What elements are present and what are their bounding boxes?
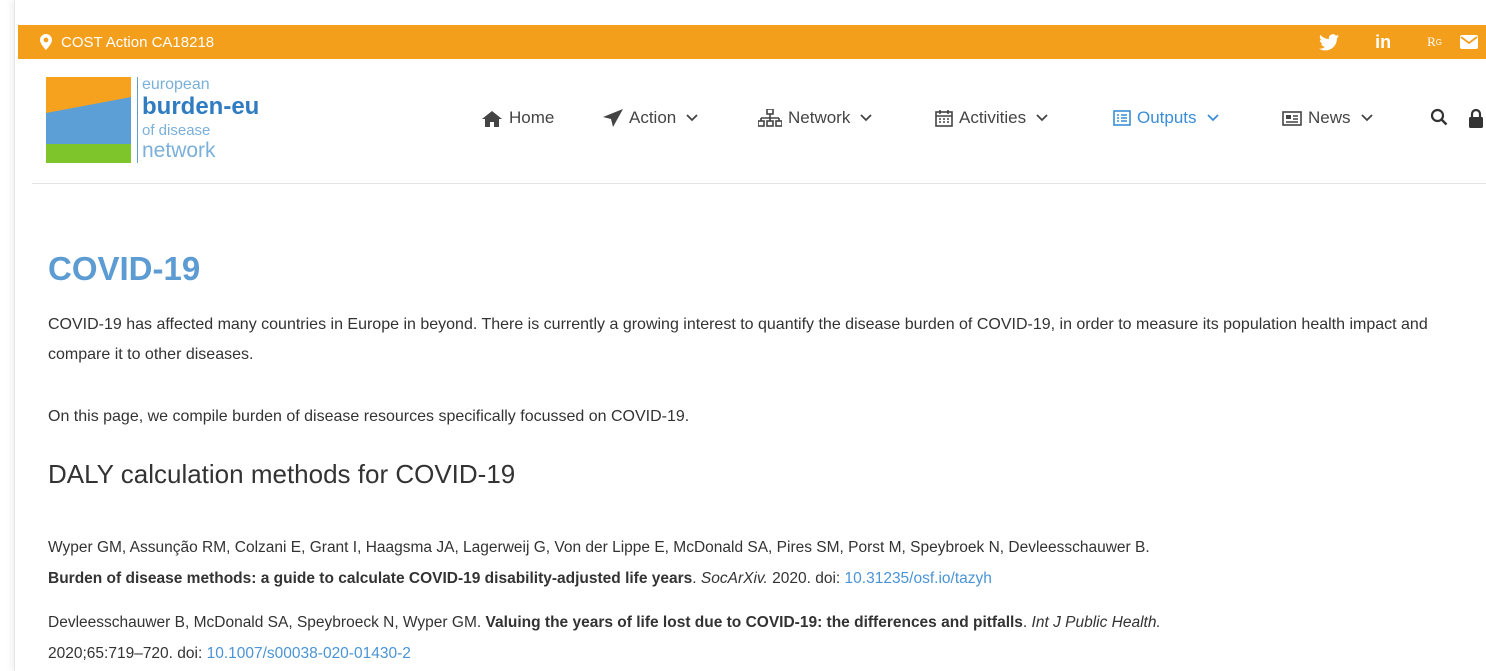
location-label: COST Action CA18218 — [61, 33, 215, 51]
nav-home-label: Home — [509, 108, 555, 127]
intro-paragraph-2: On this page, we compile burden of disea… — [48, 402, 1468, 432]
sitemap-icon — [758, 109, 782, 127]
site-header: european burden-eu of disease network Ho… — [32, 59, 1486, 184]
home-icon — [481, 110, 503, 127]
nav-home[interactable]: Home — [481, 108, 554, 128]
chevron-down-icon — [860, 114, 872, 122]
reference-item: Devleesschauwer B, McDonald SA, Speybroe… — [48, 614, 1161, 662]
nav-outputs-label: Outputs — [1137, 108, 1197, 127]
main-nav: Home Action Network Activities Outputs N… — [32, 59, 1486, 183]
reference-year: 2020. doi: — [772, 570, 841, 587]
page-title: COVID-19 — [48, 250, 201, 287]
search-button[interactable] — [1430, 108, 1448, 131]
twitter-icon[interactable] — [1319, 33, 1340, 51]
map-marker-icon — [40, 34, 52, 50]
intro-text-2: On this page, we compile burden of disea… — [48, 408, 690, 425]
lock-icon — [1468, 108, 1484, 133]
chevron-down-icon — [686, 114, 698, 122]
section-title: DALY calculation methods for COVID-19 — [48, 459, 516, 489]
nav-network-label: Network — [788, 108, 851, 127]
nav-outputs[interactable]: Outputs — [1113, 108, 1219, 128]
chevron-down-icon — [1360, 114, 1373, 122]
intro-text-1: COVID-19 has affected many countries in … — [48, 316, 1428, 363]
reference-year: 2020;65:719–720. doi: — [48, 645, 203, 662]
nav-news-label: News — [1308, 108, 1351, 127]
nav-activities-label: Activities — [959, 108, 1027, 127]
login-button[interactable] — [1468, 108, 1484, 133]
doi-link[interactable]: 10.31235/osf.io/tazyh — [845, 570, 992, 587]
reference-journal: Int J Public Health. — [1031, 614, 1161, 631]
list-icon — [1113, 110, 1131, 126]
envelope-icon[interactable] — [1460, 35, 1478, 49]
reference-title: Burden of disease methods: a guide to ca… — [48, 570, 693, 587]
nav-network[interactable]: Network — [758, 108, 872, 128]
social-links: in RG — [1301, 25, 1486, 59]
nav-action[interactable]: Action — [603, 108, 698, 128]
reference-authors: Wyper GM, Assunção RM, Colzani E, Grant … — [48, 539, 1150, 556]
location-link[interactable]: COST Action CA18218 — [40, 25, 214, 59]
top-bar: COST Action CA18218 in RG — [18, 25, 1486, 59]
nav-activities[interactable]: Activities — [935, 108, 1048, 128]
nav-news[interactable]: News — [1282, 108, 1373, 128]
reference-journal: SocArXiv. — [700, 570, 768, 587]
researchgate-icon[interactable]: RG — [1409, 34, 1442, 50]
paper-plane-icon — [603, 109, 623, 127]
nav-action-label: Action — [629, 108, 677, 127]
reference-item: Wyper GM, Assunção RM, Colzani E, Grant … — [48, 539, 1150, 587]
search-icon — [1430, 108, 1448, 131]
newspaper-icon — [1282, 110, 1302, 126]
reference-authors: Devleesschauwer B, McDonald SA, Speybroe… — [48, 614, 482, 631]
chevron-down-icon — [1036, 114, 1048, 122]
calendar-icon — [935, 109, 953, 127]
intro-paragraph-1: COVID-19 has affected many countries in … — [48, 310, 1468, 370]
linkedin-icon[interactable]: in — [1357, 32, 1391, 53]
reference-title: Valuing the years of life lost due to CO… — [485, 614, 1023, 631]
doi-link[interactable]: 10.1007/s00038-020-01430-2 — [207, 645, 411, 662]
chevron-down-icon — [1206, 114, 1219, 122]
